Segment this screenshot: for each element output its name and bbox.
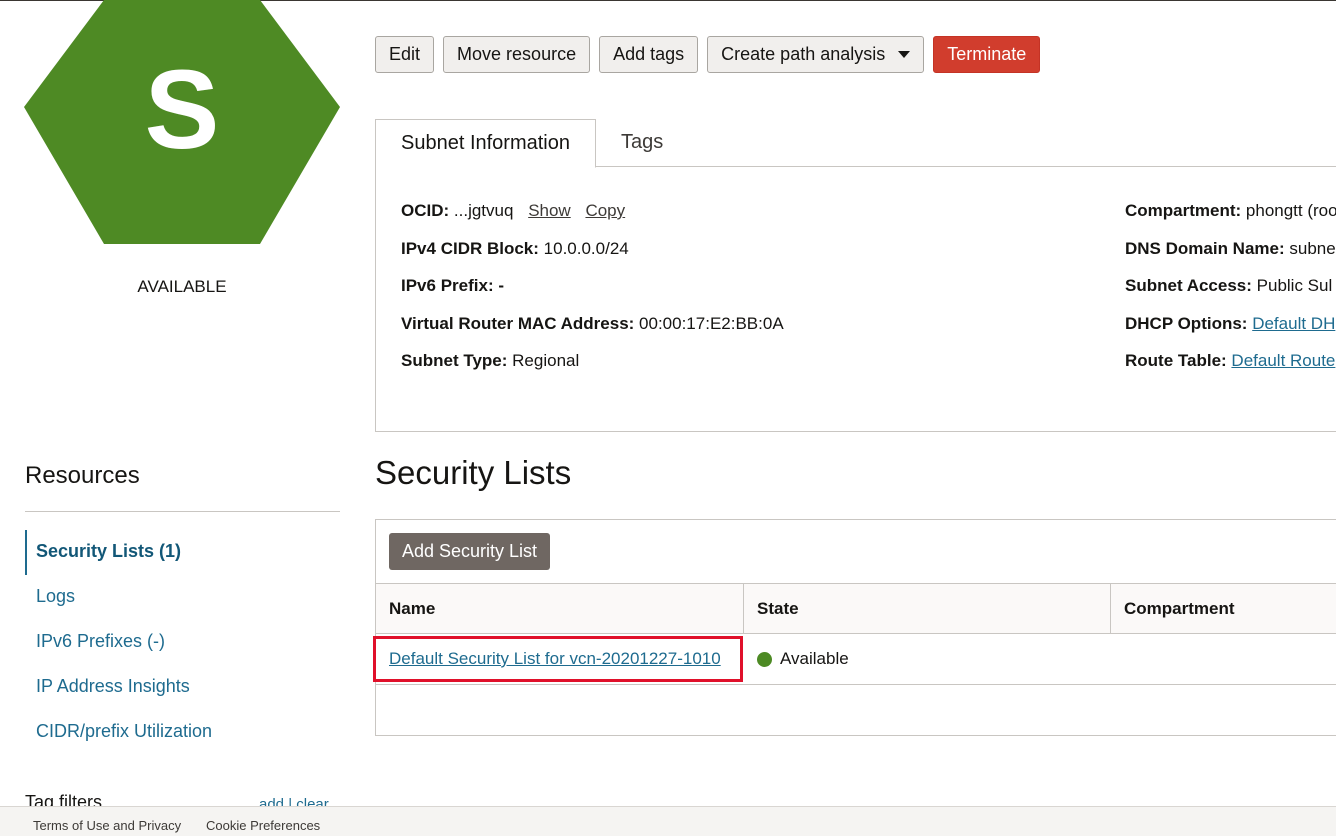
- column-header-compartment[interactable]: Compartment: [1111, 584, 1336, 634]
- tab-subnet-information[interactable]: Subnet Information: [375, 119, 596, 168]
- mac-row: Virtual Router MAC Address: 00:00:17:E2:…: [401, 314, 784, 334]
- row-state-value: Available: [780, 649, 849, 668]
- dhcp-label: DHCP Options:: [1125, 314, 1248, 333]
- sidebar-item-cidr-utilization[interactable]: CIDR/prefix Utilization: [25, 710, 340, 755]
- mac-value: 00:00:17:E2:BB:0A: [639, 314, 784, 333]
- dns-row: DNS Domain Name: subne: [1125, 239, 1336, 259]
- sidebar-item-security-lists[interactable]: Security Lists (1): [25, 530, 340, 575]
- subnet-type-value: Regional: [512, 351, 580, 370]
- move-resource-button[interactable]: Move resource: [443, 36, 591, 73]
- sidebar-item-logs[interactable]: Logs: [25, 575, 340, 620]
- available-status-dot-icon: [757, 651, 772, 667]
- ocid-label: OCID:: [401, 201, 450, 220]
- dhcp-options-link[interactable]: Default DH: [1252, 314, 1335, 333]
- add-tags-label: Add tags: [613, 44, 685, 64]
- row-state-cell: Available: [744, 634, 1111, 684]
- resources-heading: Resources: [25, 462, 140, 489]
- dhcp-row: DHCP Options: Default DH: [1125, 314, 1335, 334]
- compartment-label: Compartment:: [1125, 201, 1242, 220]
- cookie-preferences-link[interactable]: Cookie Preferences: [206, 818, 320, 833]
- edit-button[interactable]: Edit: [375, 36, 435, 73]
- mac-label: Virtual Router MAC Address:: [401, 314, 635, 333]
- column-header-name[interactable]: Name: [376, 584, 744, 634]
- ocid-show-link[interactable]: Show: [528, 201, 571, 220]
- tab-tags[interactable]: Tags: [621, 119, 663, 168]
- table-header: Name State Compartment: [376, 583, 1336, 634]
- sidebar-item-ip-address-insights[interactable]: IP Address Insights: [25, 665, 340, 710]
- subnet-type-row: Subnet Type: Regional: [401, 351, 579, 371]
- subnet-info-panel: OCID: ...jgtvuq Show Copy IPv4 CIDR Bloc…: [375, 167, 1336, 432]
- route-table-row: Route Table: Default Route: [1125, 351, 1335, 371]
- ipv4-label: IPv4 CIDR Block:: [401, 239, 539, 258]
- security-lists-heading: Security Lists: [375, 454, 572, 491]
- route-table-link[interactable]: Default Route: [1231, 351, 1335, 370]
- action-toolbar: Edit Move resource Add tags Create path …: [375, 36, 1041, 73]
- resources-nav: Security Lists (1) Logs IPv6 Prefixes (-…: [25, 530, 340, 755]
- create-path-analysis-button[interactable]: Create path analysis: [707, 36, 925, 73]
- create-path-analysis-label: Create path analysis: [721, 44, 886, 64]
- table-row: Default Security List for vcn-20201227-1…: [373, 634, 1336, 685]
- subnet-access-row: Subnet Access: Public Sul: [1125, 276, 1332, 296]
- subnet-access-label: Subnet Access:: [1125, 276, 1252, 295]
- caret-down-icon: [898, 51, 911, 58]
- footer-bar: Terms of Use and Privacy Cookie Preferen…: [0, 806, 1336, 836]
- edit-button-label: Edit: [389, 44, 421, 64]
- ocid-value: ...jgtvuq: [453, 201, 514, 220]
- subnet-hexagon-icon: S: [24, 0, 340, 244]
- ipv6-row: IPv6 Prefix: -: [401, 276, 504, 296]
- ipv4-value: 10.0.0.0/24: [543, 239, 629, 258]
- sidebar-item-ipv6-prefixes[interactable]: IPv6 Prefixes (-): [25, 620, 340, 665]
- dns-label: DNS Domain Name:: [1125, 239, 1285, 258]
- terminate-button[interactable]: Terminate: [933, 36, 1041, 73]
- resources-divider: [25, 511, 340, 512]
- terminate-label: Terminate: [947, 44, 1027, 64]
- ipv6-label: IPv6 Prefix:: [401, 276, 494, 295]
- subnet-type-label: Subnet Type:: [401, 351, 508, 370]
- route-table-label: Route Table:: [1125, 351, 1227, 370]
- ocid-row: OCID: ...jgtvuq Show Copy: [401, 201, 625, 221]
- subnet-access-value: Public Sul: [1256, 276, 1333, 295]
- compartment-value: phongtt (roo: [1245, 201, 1336, 220]
- ocid-copy-link[interactable]: Copy: [585, 201, 625, 220]
- details-tabs: Subnet Information Tags: [375, 119, 1336, 168]
- compartment-row: Compartment: phongtt (roo: [1125, 201, 1336, 221]
- highlight-box: [373, 636, 743, 682]
- move-resource-label: Move resource: [457, 44, 577, 64]
- column-header-state[interactable]: State: [744, 584, 1111, 634]
- add-tags-button[interactable]: Add tags: [599, 36, 699, 73]
- ipv6-value: -: [498, 276, 505, 295]
- dns-value: subne: [1289, 239, 1336, 258]
- resource-status: AVAILABLE: [137, 277, 227, 296]
- security-lists-panel: Add Security List Name State Compartment…: [373, 519, 1336, 736]
- ipv4-row: IPv4 CIDR Block: 10.0.0.0/24: [401, 239, 629, 259]
- hexagon-letter: S: [145, 47, 220, 172]
- add-security-list-button[interactable]: Add Security List: [389, 533, 551, 570]
- terms-link[interactable]: Terms of Use and Privacy: [33, 818, 181, 833]
